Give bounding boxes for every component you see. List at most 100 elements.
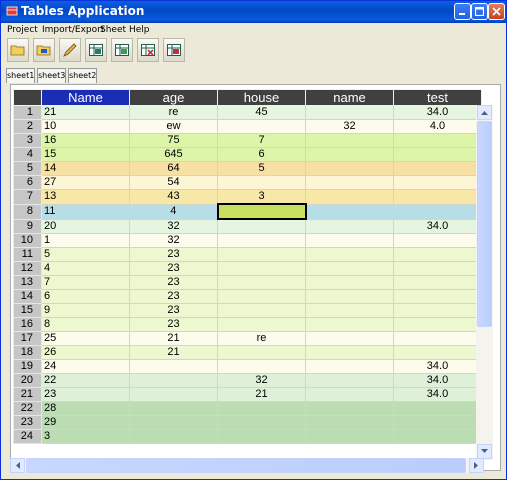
cell-name[interactable]: 25 <box>41 331 130 346</box>
cell-name-2[interactable] <box>305 331 394 346</box>
cell-test[interactable] <box>393 247 482 262</box>
cell-name-2[interactable] <box>305 345 394 360</box>
table-row[interactable]: 14 6 23 <box>13 289 482 304</box>
cell-name[interactable]: 20 <box>41 218 130 234</box>
cell-name-2[interactable] <box>305 303 394 318</box>
table-row[interactable]: 15 9 23 <box>13 303 482 318</box>
cell-test[interactable] <box>393 133 482 148</box>
horizontal-scrollbar[interactable] <box>10 458 484 473</box>
cell-test[interactable] <box>393 203 482 220</box>
cell-age[interactable]: ew <box>129 119 218 134</box>
cell-name-2[interactable] <box>305 233 394 248</box>
cell-name-2[interactable] <box>305 387 394 402</box>
cell-house[interactable] <box>217 317 306 332</box>
cell-test[interactable]: 34.0 <box>393 387 482 402</box>
cell-test[interactable]: 4.0 <box>393 119 482 134</box>
cell-name[interactable]: 11 <box>41 203 130 220</box>
table-row[interactable]: 22 28 <box>13 401 482 416</box>
cell-test[interactable]: 34.0 <box>393 218 482 234</box>
table-row[interactable]: 17 25 21 re <box>13 331 482 346</box>
row-number[interactable]: 4 <box>13 147 42 162</box>
row-number[interactable]: 18 <box>13 345 42 360</box>
cell-test[interactable] <box>393 401 482 416</box>
cell-name-2[interactable] <box>305 415 394 430</box>
scroll-right-button[interactable] <box>469 458 484 473</box>
table-row[interactable]: 8 11 4 <box>13 203 482 220</box>
scroll-down-button[interactable] <box>477 444 492 459</box>
row-number[interactable]: 15 <box>13 303 42 318</box>
cell-name[interactable]: 27 <box>41 175 130 190</box>
cell-test[interactable] <box>393 289 482 304</box>
cell-test[interactable] <box>393 233 482 248</box>
cell-test[interactable] <box>393 415 482 430</box>
cell-name[interactable]: 16 <box>41 133 130 148</box>
table-row[interactable]: 5 14 64 5 <box>13 161 482 176</box>
menu-help[interactable]: Help <box>129 24 150 36</box>
table-row[interactable]: 23 29 <box>13 415 482 430</box>
cell-age[interactable] <box>129 359 218 374</box>
cell-name-2[interactable] <box>305 317 394 332</box>
row-number[interactable]: 3 <box>13 133 42 148</box>
cell-name-2[interactable] <box>305 105 394 120</box>
cell-name-2[interactable] <box>305 275 394 290</box>
cell-house[interactable] <box>217 119 306 134</box>
cell-age[interactable] <box>129 429 218 444</box>
cell-test[interactable] <box>393 331 482 346</box>
cell-name[interactable]: 26 <box>41 345 130 360</box>
row-number[interactable]: 11 <box>13 247 42 262</box>
edit-button[interactable] <box>59 38 81 62</box>
cell-age[interactable]: 23 <box>129 247 218 262</box>
table-row[interactable]: 4 15 645 6 <box>13 147 482 162</box>
cell-name[interactable]: 22 <box>41 373 130 388</box>
vertical-scroll-thumb[interactable] <box>477 121 492 327</box>
row-number[interactable]: 10 <box>13 233 42 248</box>
cell-age[interactable] <box>129 373 218 388</box>
cell-test[interactable] <box>393 147 482 162</box>
row-number[interactable]: 2 <box>13 119 42 134</box>
table-row[interactable]: 10 1 32 <box>13 233 482 248</box>
cell-age[interactable]: re <box>129 105 218 120</box>
row-number[interactable]: 12 <box>13 261 42 276</box>
scroll-left-button[interactable] <box>10 458 25 473</box>
cell-age[interactable]: 23 <box>129 303 218 318</box>
cell-name-2[interactable] <box>305 203 394 220</box>
cell-age[interactable]: 32 <box>129 218 218 234</box>
row-number[interactable]: 1 <box>13 105 42 120</box>
row-number[interactable]: 20 <box>13 373 42 388</box>
table-row[interactable]: 21 23 21 34.0 <box>13 387 482 402</box>
table-row[interactable]: 12 4 23 <box>13 261 482 276</box>
cell-age[interactable]: 75 <box>129 133 218 148</box>
cell-test[interactable]: 34.0 <box>393 105 482 120</box>
table-row[interactable]: 2 10 ew 32 4.0 <box>13 119 482 134</box>
cell-test[interactable] <box>393 189 482 205</box>
column-header-name[interactable]: Name <box>41 89 130 106</box>
cell-house[interactable]: 32 <box>217 373 306 388</box>
cell-age[interactable]: 23 <box>129 275 218 290</box>
cell-house[interactable] <box>217 233 306 248</box>
tab-sheet2[interactable]: sheet2 <box>68 68 97 83</box>
cell-name[interactable]: 8 <box>41 317 130 332</box>
cell-house[interactable] <box>217 261 306 276</box>
cell-name[interactable]: 10 <box>41 119 130 134</box>
cell-house[interactable]: 5 <box>217 161 306 176</box>
tab-sheet1[interactable]: sheet1 <box>6 68 35 83</box>
cell-house[interactable]: 6 <box>217 147 306 162</box>
table-row[interactable]: 24 3 <box>13 429 482 444</box>
tab-sheet3[interactable]: sheet3 <box>37 68 66 83</box>
column-header-name-2[interactable]: name <box>305 89 394 106</box>
cell-name-2[interactable] <box>305 218 394 234</box>
cell-house[interactable]: 3 <box>217 189 306 205</box>
cell-name-2[interactable] <box>305 373 394 388</box>
row-number[interactable]: 19 <box>13 359 42 374</box>
cell-test[interactable] <box>393 175 482 190</box>
delete-table-button[interactable] <box>137 38 159 62</box>
cell-test[interactable] <box>393 261 482 276</box>
cell-test[interactable]: 34.0 <box>393 373 482 388</box>
table-row[interactable]: 18 26 21 <box>13 345 482 360</box>
cut-table-button[interactable] <box>163 38 185 62</box>
cell-house[interactable] <box>217 359 306 374</box>
minimize-button[interactable] <box>454 3 471 20</box>
row-number[interactable]: 7 <box>13 189 42 205</box>
table-row[interactable]: 1 21 re 45 34.0 <box>13 105 482 120</box>
table-row[interactable]: 7 13 43 3 <box>13 189 482 205</box>
